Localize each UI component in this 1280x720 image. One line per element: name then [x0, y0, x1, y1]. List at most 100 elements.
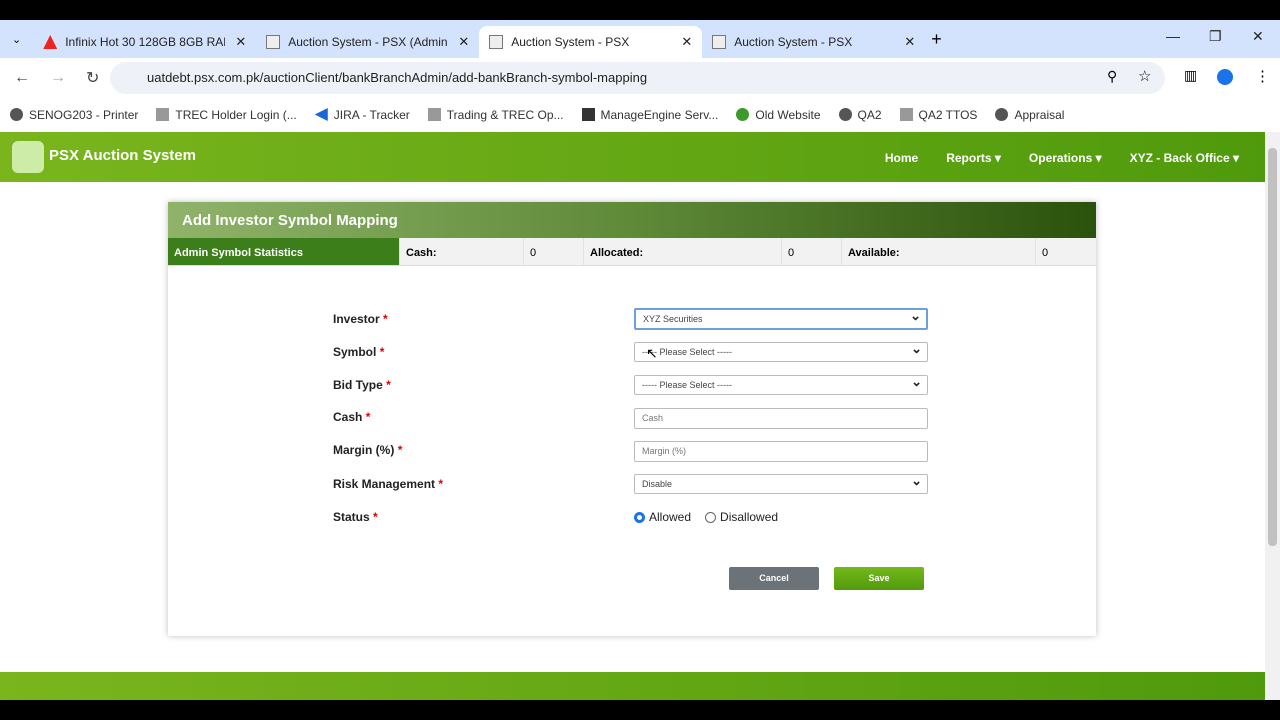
sidepanel-icon[interactable]: ▥ [1184, 67, 1197, 84]
mapping-form-card: Add Investor Symbol Mapping Admin Symbol… [168, 202, 1096, 636]
browser-tab[interactable]: Auction System - PSX (Admin P ✕ [256, 26, 479, 58]
site-icon [266, 35, 281, 49]
bookmark[interactable]: TREC Holder Login (... [156, 108, 297, 122]
tab-label: Auction System - PSX [734, 35, 853, 49]
nav-user-menu[interactable]: XYZ - Back Office ▾ [1130, 151, 1239, 165]
jira-icon [314, 108, 328, 121]
bookmark[interactable]: QA2 [838, 108, 882, 122]
globe-icon [10, 108, 23, 121]
status-radio-group: Allowed Disallowed [634, 510, 778, 524]
close-tab-icon[interactable]: ✕ [458, 34, 469, 50]
tab-label: Auction System - PSX (Admin P [288, 35, 449, 49]
url-field[interactable]: uatdebt.psx.com.pk/auctionClient/bankBra… [110, 62, 1165, 94]
tab-label: Infinix Hot 30 128GB 8GB RAM [65, 35, 226, 49]
site-icon [899, 108, 913, 121]
investor-label: Investor * [333, 312, 388, 326]
back-icon[interactable]: ← [14, 69, 36, 87]
manageengine-icon [581, 108, 595, 121]
restore-icon[interactable]: ❐ [1209, 28, 1222, 45]
forward-icon[interactable]: → [50, 69, 72, 87]
radio-disallowed[interactable] [705, 511, 717, 523]
risk-label: Risk Management * [333, 477, 444, 491]
site-header: PSX Auction System Home Reports ▾ Operat… [0, 132, 1265, 182]
bookmark[interactable]: Old Website [736, 108, 821, 122]
investor-select[interactable]: XYZ Securities [634, 308, 928, 330]
bookmark-label: Trading & TREC Op... [446, 108, 564, 122]
browser-tab[interactable]: Auction System - PSX ✕ [702, 26, 925, 58]
browser-tab-active[interactable]: Auction System - PSX ✕ [479, 26, 703, 58]
menu-kebab-icon[interactable]: ⋮ [1255, 67, 1270, 85]
scrollbar[interactable] [1265, 132, 1280, 700]
bookmark[interactable]: Appraisal [995, 108, 1064, 122]
radio-allowed-label[interactable]: Allowed [649, 510, 691, 524]
bookmark[interactable]: SENOG203 - Printer [10, 108, 138, 122]
available-label: Available: [842, 238, 1036, 265]
site-icon [427, 108, 441, 121]
radio-allowed[interactable] [634, 511, 645, 523]
cancel-button[interactable]: Cancel [729, 567, 819, 590]
allocated-value: 0 [782, 238, 842, 265]
allocated-label: Allocated: [584, 238, 782, 265]
cash-field-label: Cash * [333, 410, 371, 424]
new-tab-icon[interactable]: + [931, 29, 942, 50]
close-tab-icon[interactable]: ✕ [681, 34, 692, 50]
bookmark[interactable]: ManageEngine Serv... [581, 108, 719, 122]
symbol-select[interactable]: ----- Please Select ----- [634, 341, 928, 362]
symbol-label: Symbol * [333, 345, 385, 359]
url-text: uatdebt.psx.com.pk/auctionClient/bankBra… [147, 70, 648, 85]
nav-home[interactable]: Home [885, 151, 918, 165]
radio-disallowed-label[interactable]: Disallowed [720, 510, 778, 524]
scrollbar-thumb[interactable] [1268, 148, 1277, 546]
bookmarks-bar: SENOG203 - Printer TREC Holder Login (..… [0, 98, 1280, 132]
zoom-icon[interactable]: ⚲ [1107, 68, 1117, 85]
cash-input[interactable]: Cash [634, 408, 928, 429]
card-title: Add Investor Symbol Mapping [168, 202, 1096, 238]
bookmark-label: ManageEngine Serv... [600, 108, 719, 122]
close-tab-icon[interactable]: ✕ [904, 34, 915, 50]
psx-logo[interactable] [12, 141, 44, 173]
bookmark-label: SENOG203 - Printer [29, 108, 139, 122]
tab-label: Auction System - PSX [511, 35, 630, 49]
bookmark-label: QA2 [857, 108, 882, 122]
site-icon [489, 35, 504, 49]
cash-value: 0 [524, 238, 584, 265]
bookmark-label: Appraisal [1014, 108, 1065, 122]
stats-bar: Admin Symbol Statistics Cash: 0 Allocate… [168, 238, 1096, 266]
site-icon [712, 35, 727, 49]
margin-input[interactable]: Margin (%) [634, 441, 928, 462]
nav-operations[interactable]: Operations ▾ [1029, 151, 1102, 165]
bookmark-label: Old Website [755, 108, 821, 122]
close-window-icon[interactable]: ✕ [1252, 28, 1264, 45]
brand-title[interactable]: PSX Auction System [49, 147, 196, 164]
minimize-icon[interactable]: — [1166, 28, 1180, 44]
tab-strip: ⌄ Infinix Hot 30 128GB 8GB RAM ✕ Auction … [0, 20, 1280, 58]
stats-label: Admin Symbol Statistics [168, 238, 400, 265]
risk-management-select[interactable]: Disable [634, 473, 928, 494]
site-icon [156, 108, 170, 121]
mouse-cursor: ↖ [646, 345, 658, 361]
bid-type-label: Bid Type * [333, 378, 391, 392]
status-label: Status * [333, 510, 378, 524]
address-bar-row: ← → ↻ uatdebt.psx.com.pk/auctionClient/b… [0, 58, 1280, 98]
site-footer [0, 672, 1265, 700]
tab-search-icon[interactable]: ⌄ [12, 33, 21, 46]
cash-label: Cash: [400, 238, 524, 265]
page-content: PSX Auction System Home Reports ▾ Operat… [0, 132, 1265, 700]
bookmark-star-icon[interactable]: ☆ [1138, 67, 1151, 85]
browser-tab[interactable]: Infinix Hot 30 128GB 8GB RAM ✕ [33, 26, 256, 58]
bid-type-select[interactable]: ----- Please Select ----- [634, 374, 928, 395]
close-tab-icon[interactable]: ✕ [235, 34, 246, 50]
bookmark[interactable]: JIRA - Tracker [314, 108, 410, 122]
profile-icon[interactable] [1217, 69, 1233, 85]
available-value: 0 [1042, 247, 1049, 259]
bookmark[interactable]: Trading & TREC Op... [427, 108, 564, 122]
screen-top [0, 0, 1280, 20]
margin-label: Margin (%) * [333, 443, 403, 457]
reload-icon[interactable]: ↻ [86, 68, 108, 88]
globe-icon [838, 108, 852, 121]
nav-reports[interactable]: Reports ▾ [946, 151, 1001, 165]
bookmark[interactable]: QA2 TTOS [899, 108, 977, 122]
leaf-icon [736, 108, 750, 121]
bookmark-label: JIRA - Tracker [333, 108, 410, 122]
save-button[interactable]: Save [834, 567, 924, 590]
